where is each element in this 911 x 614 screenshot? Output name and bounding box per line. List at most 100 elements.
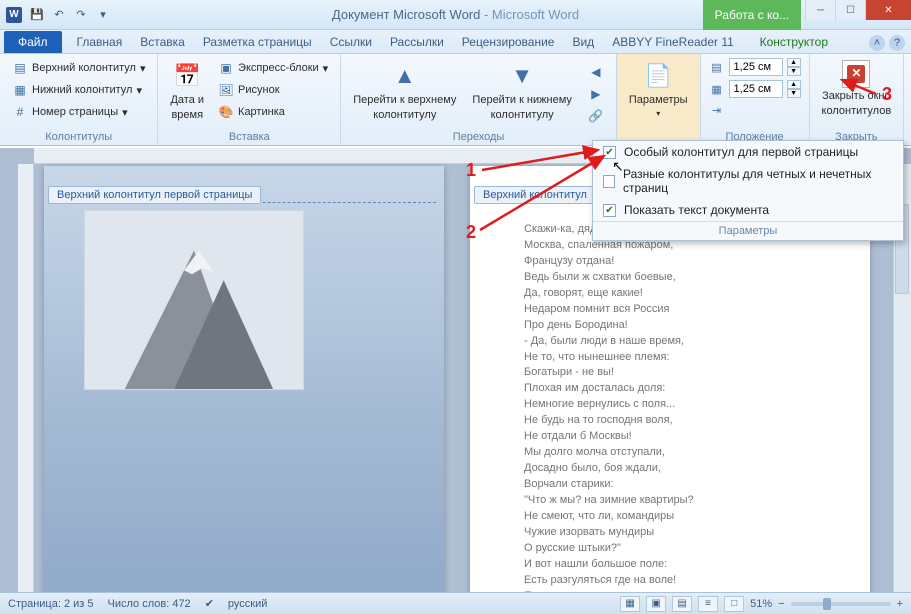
tab-design[interactable]: Конструктор — [751, 31, 837, 53]
date-time-button[interactable]: 📅 Дата и время — [166, 58, 208, 123]
save-icon[interactable]: 💾 — [30, 8, 44, 22]
tab-references[interactable]: Ссылки — [321, 31, 381, 53]
tab-review[interactable]: Рецензирование — [453, 31, 564, 53]
goto-footer-l2: колонтитулу — [491, 109, 554, 122]
footer-icon: ▦ — [12, 82, 28, 98]
zoom-in-button[interactable]: + — [897, 598, 903, 610]
status-language[interactable]: русский — [228, 598, 267, 610]
nav-next-button[interactable]: ▶ — [584, 84, 608, 104]
footer-offset-input[interactable] — [729, 80, 783, 98]
options-dropdown-button[interactable]: 📄 Параметры ▾ — [625, 58, 692, 120]
word-app-icon: W — [6, 7, 22, 23]
qat-customize-icon[interactable]: ▾ — [96, 8, 110, 22]
status-page[interactable]: Страница: 2 из 5 — [8, 598, 94, 610]
close-l1: Закрыть окно — [822, 90, 891, 103]
goto-footer-button[interactable]: ▼ Перейти к нижнему колонтитулу — [468, 58, 575, 126]
quick-parts-button[interactable]: ▣Экспресс-блоки ▾ — [214, 58, 332, 78]
ribbon-tabs: Файл Главная Вставка Разметка страницы С… — [0, 30, 911, 54]
option-odd-even[interactable]: Разные колонтитулы для четных и нечетных… — [593, 163, 903, 199]
tab-insert[interactable]: Вставка — [131, 31, 194, 53]
options-label: Параметры — [629, 94, 688, 107]
status-proofing-icon[interactable]: ✔ — [205, 597, 214, 610]
checkbox-unchecked-icon[interactable] — [603, 175, 615, 188]
page-1[interactable]: Верхний колонтитул первой страницы [Введ… — [44, 166, 444, 592]
ribbon-group-close: ✕ Закрыть окно колонтитулов Закрыть — [810, 54, 905, 145]
clipart-button[interactable]: 🎨 Картинка — [214, 102, 289, 122]
ribbon-group-headers-footers: ▤Верхний колонтитул ▾ ▦Нижний колонтитул… — [0, 54, 158, 145]
footer-offset-icon: ▦ — [709, 81, 725, 97]
contextual-tab-header: Работа с ко... — [703, 0, 801, 30]
link-icon: 🔗 — [588, 108, 604, 124]
zoom-out-button[interactable]: − — [778, 598, 784, 610]
close-l2: колонтитулов — [822, 105, 892, 118]
zoom-slider-thumb[interactable] — [823, 598, 831, 610]
page-number-button[interactable]: #Номер страницы ▾ — [8, 102, 132, 122]
checkbox-checked-icon[interactable]: ✔ — [603, 204, 616, 217]
header-button[interactable]: ▤Верхний колонтитул ▾ — [8, 58, 149, 78]
status-bar: Страница: 2 из 5 Число слов: 472 ✔ русск… — [0, 592, 911, 614]
option-show-document-text[interactable]: ✔ Показать текст документа — [593, 199, 903, 221]
tab-abbyy[interactable]: ABBYY FineReader 11 — [603, 31, 743, 53]
cover-image-placeholder — [84, 210, 304, 390]
page-body-text: Скажи-ка, дядя, ведь не даром Москва, сп… — [524, 222, 694, 592]
close-header-footer-button[interactable]: ✕ Закрыть окно колонтитулов — [818, 58, 896, 119]
spin-up[interactable]: ▲ — [787, 80, 801, 89]
view-outline-button[interactable]: ≡ — [698, 596, 718, 612]
header-tag-first-page: Верхний колонтитул первой страницы — [48, 186, 261, 204]
ribbon-group-navigation: ▲ Перейти к верхнему колонтитулу ▼ Перей… — [341, 54, 617, 145]
goto-header-l2: колонтитулу — [373, 109, 436, 122]
group-label-headers: Колонтитулы — [45, 129, 112, 143]
picture-label: Рисунок — [238, 84, 280, 96]
title-separator: - — [480, 7, 492, 22]
zoom-slider[interactable] — [791, 602, 891, 606]
header-label: Верхний колонтитул — [32, 62, 136, 74]
tab-page-layout[interactable]: Разметка страницы — [194, 31, 321, 53]
align-tab-icon: ⇥ — [709, 102, 725, 118]
link-previous-button[interactable]: 🔗 — [584, 106, 608, 126]
ruler-vertical[interactable] — [18, 164, 34, 592]
header-tag-default: Верхний колонтитул — [474, 186, 596, 204]
close-window-button[interactable]: ✕ — [865, 0, 911, 20]
picture-icon: 🖼 — [218, 82, 234, 98]
page-number-label: Номер страницы — [32, 106, 118, 118]
tab-home[interactable]: Главная — [68, 31, 132, 53]
spin-up[interactable]: ▲ — [787, 58, 801, 67]
view-full-screen-button[interactable]: ▣ — [646, 596, 666, 612]
minimize-button[interactable]: ─ — [805, 0, 835, 20]
spin-down[interactable]: ▼ — [787, 89, 801, 98]
checkbox-checked-icon[interactable]: ✔ — [603, 146, 616, 159]
undo-icon[interactable]: ↶ — [52, 8, 66, 22]
maximize-button[interactable]: ☐ — [835, 0, 865, 20]
insert-alignment-tab[interactable]: ⇥ — [709, 102, 725, 118]
chevron-down-icon: ▾ — [656, 109, 660, 118]
footer-button[interactable]: ▦Нижний колонтитул ▾ — [8, 80, 146, 100]
goto-header-l1: Перейти к верхнему — [353, 94, 456, 107]
redo-icon[interactable]: ↷ — [74, 8, 88, 22]
clipart-icon: 🎨 — [218, 104, 234, 120]
help-icon[interactable]: ? — [889, 35, 905, 51]
header-offset-input[interactable] — [729, 58, 783, 76]
title-bar: W 💾 ↶ ↷ ▾ Документ Microsoft Word - Micr… — [0, 0, 911, 30]
nav-prev-button[interactable]: ◀ — [584, 62, 608, 82]
view-draft-button[interactable]: □ — [724, 596, 744, 612]
option-show-text-label: Показать текст документа — [624, 203, 769, 217]
group-label-insert: Вставка — [229, 129, 270, 143]
goto-header-icon: ▲ — [389, 60, 421, 92]
status-word-count[interactable]: Число слов: 472 — [108, 598, 191, 610]
ribbon: ▤Верхний колонтитул ▾ ▦Нижний колонтитул… — [0, 54, 911, 146]
picture-button[interactable]: 🖼 Рисунок — [214, 80, 284, 100]
view-print-layout-button[interactable]: ▦ — [620, 596, 640, 612]
tab-file[interactable]: Файл — [4, 31, 62, 53]
ribbon-group-position: ▤ ▲▼ ▦ ▲▼ ⇥ Положение — [701, 54, 810, 145]
view-web-layout-button[interactable]: ▤ — [672, 596, 692, 612]
tab-view[interactable]: Вид — [563, 31, 603, 53]
clipart-label: Картинка — [238, 106, 285, 118]
minimize-ribbon-icon[interactable]: ˄ — [869, 35, 885, 51]
goto-header-button[interactable]: ▲ Перейти к верхнему колонтитулу — [349, 58, 460, 126]
option-different-first-page[interactable]: ✔ Особый колонтитул для первой страницы — [593, 141, 903, 163]
quick-access-toolbar: W 💾 ↶ ↷ ▾ — [6, 7, 110, 23]
zoom-level[interactable]: 51% — [750, 598, 772, 610]
spin-down[interactable]: ▼ — [787, 67, 801, 76]
tab-mailings[interactable]: Рассылки — [381, 31, 453, 53]
quick-parts-icon: ▣ — [218, 60, 234, 76]
